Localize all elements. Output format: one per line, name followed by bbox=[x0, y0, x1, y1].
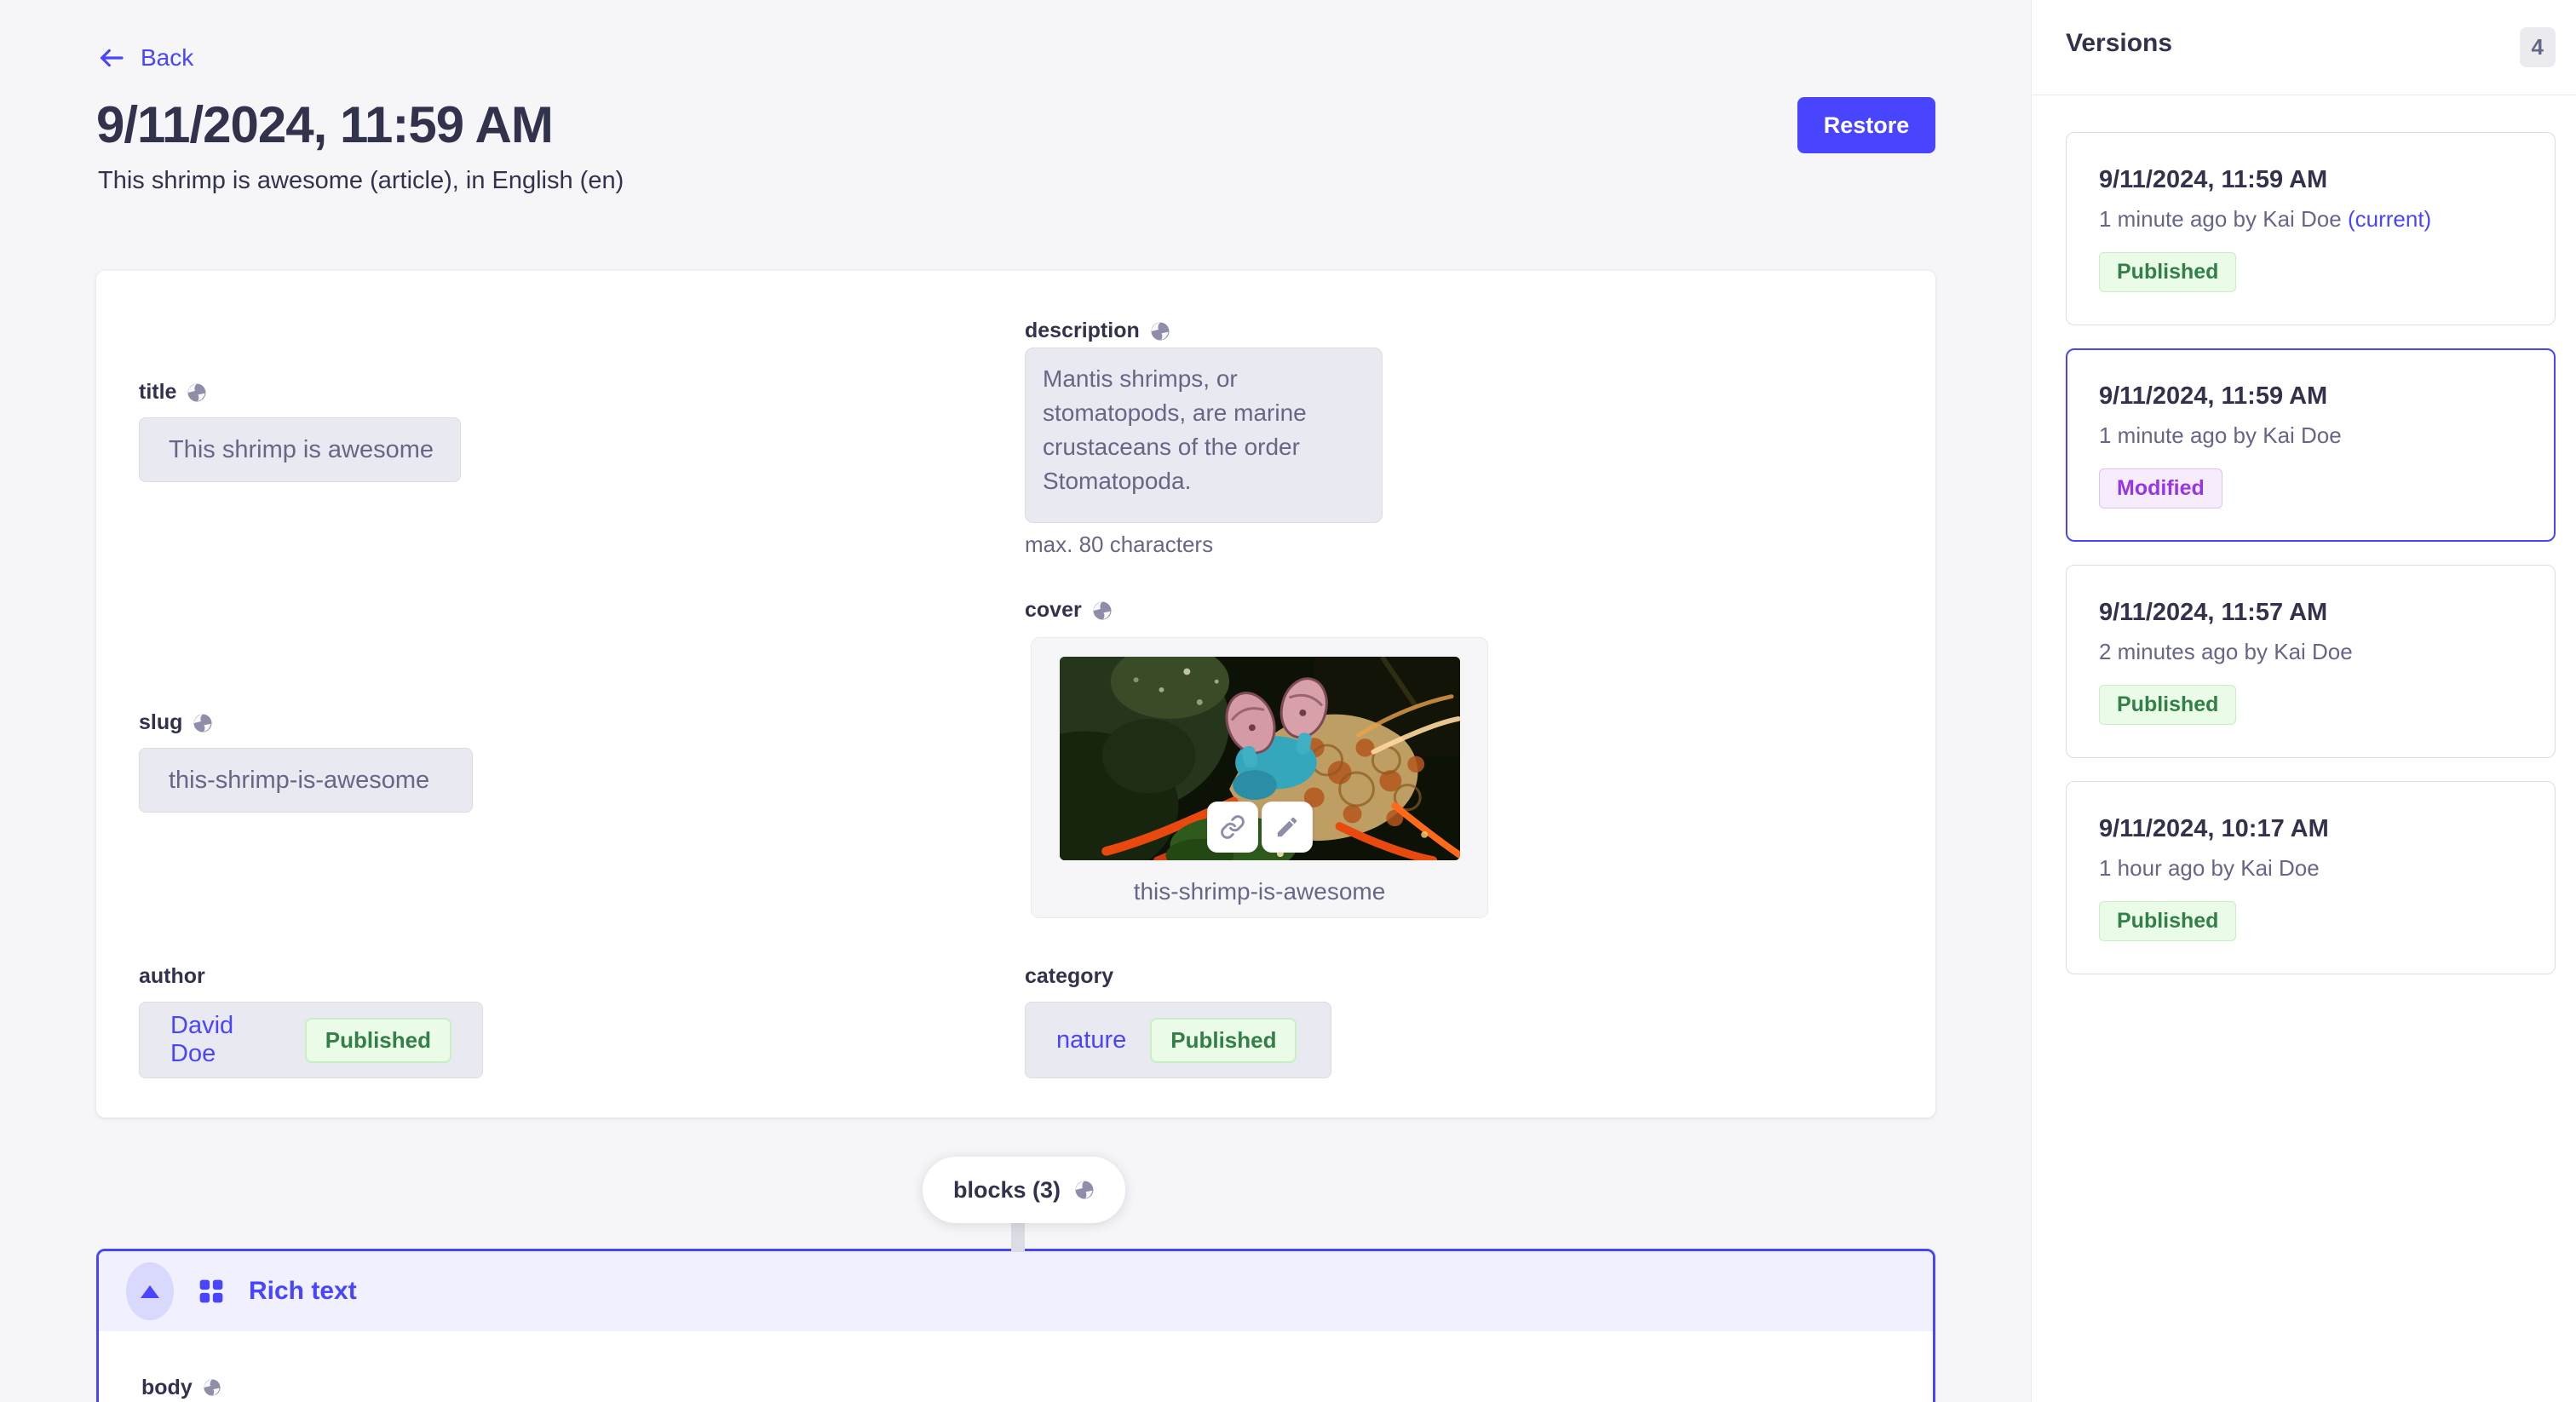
version-status-badge: Modified bbox=[2099, 468, 2222, 509]
cover-field-label: cover bbox=[1025, 598, 1113, 623]
cover-media-card: this-shrimp-is-awesome bbox=[1031, 637, 1488, 918]
back-arrow-icon bbox=[98, 44, 125, 72]
version-card-2-selected[interactable]: 9/11/2024, 11:59 AM 1 minute ago by Kai … bbox=[2066, 348, 2556, 542]
description-value: Mantis shrimps, or stomatopods, are mari… bbox=[1043, 365, 1307, 494]
title-label-text: title bbox=[139, 380, 176, 405]
slug-input: this-shrimp-is-awesome bbox=[139, 748, 473, 813]
rich-text-block-header: Rich text bbox=[99, 1251, 1933, 1331]
globe-icon bbox=[203, 1378, 223, 1399]
author-relation-box: David Doe Published bbox=[139, 1002, 483, 1078]
page-title: 9/11/2024, 11:59 AM bbox=[96, 95, 553, 154]
version-date: 9/11/2024, 11:59 AM bbox=[2099, 382, 2522, 411]
globe-icon bbox=[1092, 600, 1113, 621]
edit-media-button[interactable] bbox=[1262, 802, 1313, 853]
version-date: 9/11/2024, 11:59 AM bbox=[2099, 165, 2522, 194]
version-meta-text: 1 hour ago by Kai Doe bbox=[2099, 855, 2320, 881]
version-status-badge: Published bbox=[2099, 252, 2236, 292]
version-card-4[interactable]: 9/11/2024, 10:17 AM 1 hour ago by Kai Do… bbox=[2066, 781, 2556, 974]
version-date: 9/11/2024, 10:17 AM bbox=[2099, 814, 2522, 843]
description-field-label: description bbox=[1025, 319, 1170, 343]
version-history-page: Back 9/11/2024, 11:59 AM This shrimp is … bbox=[0, 0, 2576, 1402]
title-field-label: title bbox=[139, 380, 207, 405]
version-date: 9/11/2024, 11:57 AM bbox=[2099, 598, 2522, 627]
back-label: Back bbox=[141, 44, 193, 72]
copy-link-button[interactable] bbox=[1207, 802, 1258, 853]
link-icon bbox=[1220, 814, 1245, 840]
page-subtitle: This shrimp is awesome (article), in Eng… bbox=[98, 167, 624, 195]
slug-input-value: this-shrimp-is-awesome bbox=[169, 767, 429, 795]
globe-icon bbox=[193, 713, 213, 733]
description-textarea: Mantis shrimps, or stomatopods, are mari… bbox=[1025, 348, 1383, 523]
description-label-text: description bbox=[1025, 319, 1140, 343]
version-meta: 1 minute ago by Kai Doe (current) bbox=[2099, 206, 2522, 232]
current-version-label: (current) bbox=[2348, 206, 2431, 232]
versions-list: 9/11/2024, 11:59 AM 1 minute ago by Kai … bbox=[2066, 132, 2556, 974]
versions-panel-header: Versions 4 bbox=[2032, 0, 2576, 95]
body-field-label: body bbox=[141, 1376, 223, 1400]
rich-text-block: Rich text body bbox=[96, 1249, 1935, 1402]
description-hint: max. 80 characters bbox=[1025, 531, 1213, 558]
slug-label-text: slug bbox=[139, 710, 182, 735]
version-meta-text: 1 minute ago by Kai Doe bbox=[2099, 206, 2342, 232]
category-status-badge: Published bbox=[1150, 1018, 1297, 1063]
author-label-text: author bbox=[139, 964, 205, 989]
version-meta: 1 hour ago by Kai Doe bbox=[2099, 855, 2522, 881]
version-meta: 2 minutes ago by Kai Doe bbox=[2099, 639, 2522, 664]
category-relation-link[interactable]: nature bbox=[1056, 1026, 1126, 1054]
category-field-label: category bbox=[1025, 964, 1113, 989]
globe-icon bbox=[187, 382, 207, 403]
blocks-pill-label: blocks (3) bbox=[953, 1177, 1061, 1204]
blocks-grid-icon bbox=[198, 1278, 225, 1305]
blocks-field-pill[interactable]: blocks (3) bbox=[923, 1157, 1125, 1223]
versions-panel: Versions 4 9/11/2024, 11:59 AM 1 minute … bbox=[2031, 0, 2576, 1402]
restore-button[interactable]: Restore bbox=[1797, 97, 1935, 153]
cover-actions bbox=[1207, 802, 1313, 853]
version-meta: 1 minute ago by Kai Doe bbox=[2099, 422, 2522, 448]
category-relation-box: nature Published bbox=[1025, 1002, 1331, 1078]
back-link[interactable]: Back bbox=[98, 44, 193, 72]
body-label-text: body bbox=[141, 1376, 193, 1400]
pencil-icon bbox=[1274, 814, 1300, 840]
slug-field-label: slug bbox=[139, 710, 213, 735]
author-relation-link[interactable]: David Doe bbox=[170, 1012, 281, 1068]
block-type-label: Rich text bbox=[249, 1277, 357, 1306]
title-input: This shrimp is awesome bbox=[139, 417, 461, 482]
title-input-value: This shrimp is awesome bbox=[169, 436, 434, 464]
version-status-badge: Published bbox=[2099, 901, 2236, 941]
globe-icon bbox=[1150, 321, 1170, 342]
collapse-block-button[interactable] bbox=[126, 1262, 174, 1320]
version-meta-text: 1 minute ago by Kai Doe bbox=[2099, 422, 2342, 448]
version-fields-card: title This shrimp is awesome slug this-s… bbox=[96, 271, 1935, 1118]
cover-label-text: cover bbox=[1025, 598, 1082, 623]
cover-caption: this-shrimp-is-awesome bbox=[1032, 878, 1487, 905]
version-card-3[interactable]: 9/11/2024, 11:57 AM 2 minutes ago by Kai… bbox=[2066, 565, 2556, 758]
version-status-badge: Published bbox=[2099, 685, 2236, 725]
author-field-label: author bbox=[139, 964, 205, 989]
versions-panel-title: Versions bbox=[2066, 29, 2172, 58]
version-meta-text: 2 minutes ago by Kai Doe bbox=[2099, 639, 2353, 664]
author-status-badge: Published bbox=[305, 1018, 451, 1063]
version-card-1[interactable]: 9/11/2024, 11:59 AM 1 minute ago by Kai … bbox=[2066, 132, 2556, 325]
globe-icon bbox=[1074, 1180, 1095, 1200]
category-label-text: category bbox=[1025, 964, 1113, 989]
versions-count-badge: 4 bbox=[2520, 27, 2556, 67]
caret-up-icon bbox=[141, 1285, 159, 1298]
